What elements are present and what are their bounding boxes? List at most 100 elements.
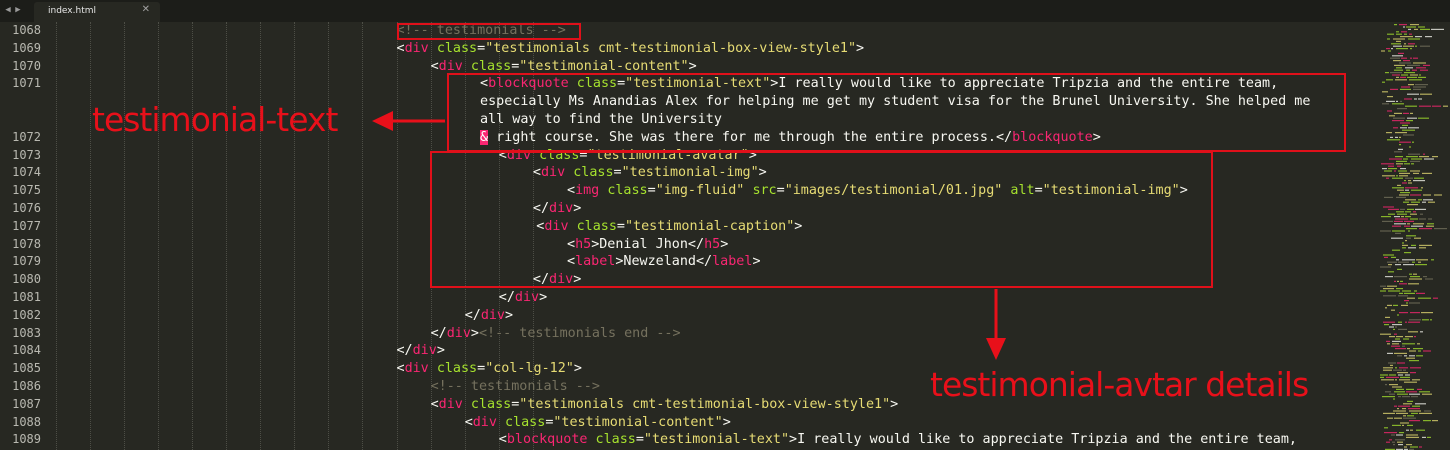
minimap-stroke xyxy=(1409,146,1411,148)
minimap-stroke xyxy=(1392,230,1405,232)
minimap-stroke xyxy=(1404,72,1415,74)
minimap-stroke xyxy=(1412,69,1417,71)
code-token: class xyxy=(436,40,478,56)
minimap-stroke xyxy=(1408,182,1412,184)
minimap-stroke xyxy=(1392,324,1402,326)
minimap-stroke xyxy=(1406,156,1418,158)
minimap-stroke xyxy=(1404,163,1410,165)
code-line: </div> xyxy=(397,342,445,360)
minimap-stroke xyxy=(1420,93,1432,95)
code-token: "testimonials cmt-testimonial-box-view-s… xyxy=(485,40,857,56)
minimap-stroke xyxy=(1399,194,1409,196)
minimap-stroke xyxy=(1420,45,1430,47)
minimap-stroke xyxy=(1418,261,1421,263)
minimap-stroke xyxy=(1409,360,1419,362)
minimap-stroke xyxy=(1386,340,1390,342)
minimap-stroke xyxy=(1434,228,1447,230)
minimap-stroke xyxy=(1405,321,1407,323)
code-token: </ xyxy=(498,290,515,305)
testimonial-text-box xyxy=(447,73,1346,152)
minimap-stroke xyxy=(1395,232,1401,234)
code-token: = xyxy=(477,40,486,56)
minimap-stroke xyxy=(1396,388,1404,390)
minimap-stroke xyxy=(1388,213,1395,215)
tab-index-html[interactable]: index.html ✕ xyxy=(34,2,160,22)
minimap-stroke xyxy=(1387,38,1390,40)
code-token: > xyxy=(688,58,697,74)
minimap-stroke xyxy=(1400,376,1410,378)
minimap-stroke xyxy=(1409,79,1422,81)
minimap-stroke xyxy=(1398,52,1404,54)
close-icon[interactable]: ✕ xyxy=(142,4,150,15)
minimap-stroke xyxy=(1419,412,1432,414)
comment-highlight-box xyxy=(397,23,581,40)
minimap-stroke xyxy=(1391,309,1395,311)
minimap-stroke xyxy=(1381,379,1394,381)
minimap-stroke xyxy=(1392,120,1404,122)
minimap-stroke xyxy=(1411,244,1416,246)
minimap-stroke xyxy=(1389,336,1395,338)
minimap-stroke xyxy=(1413,180,1425,182)
code-token: > xyxy=(436,343,445,359)
minimap-stroke xyxy=(1426,225,1434,227)
code-token: <!-- testimonials --> xyxy=(430,379,600,394)
minimap-stroke xyxy=(1385,72,1389,74)
minimap-stroke xyxy=(1395,348,1406,350)
minimap-stroke xyxy=(1398,444,1403,446)
minimap-stroke xyxy=(1415,45,1417,47)
minimap-stroke xyxy=(1387,417,1393,419)
minimap-stroke xyxy=(1394,64,1405,66)
minimap-stroke xyxy=(1401,304,1408,306)
minimap-stroke xyxy=(1382,81,1385,83)
minimap-stroke xyxy=(1381,163,1394,165)
minimap-stroke xyxy=(1409,278,1422,280)
minimap-stroke xyxy=(1396,175,1398,177)
minimap-stroke xyxy=(1406,26,1416,28)
minimap-stroke xyxy=(1410,170,1420,172)
minimap-stroke xyxy=(1402,182,1407,184)
code-line: <div class="testimonials cmt-testimonial… xyxy=(397,40,865,58)
minimap-stroke xyxy=(1392,424,1401,426)
minimap-stroke xyxy=(1393,304,1398,306)
code-token: class xyxy=(595,432,636,448)
minimap-stroke xyxy=(1405,374,1410,376)
code-token: div xyxy=(404,361,429,377)
minimap-stroke xyxy=(1408,180,1411,182)
minimap-stroke xyxy=(1416,67,1426,69)
minimap-stroke xyxy=(1397,189,1404,191)
minimap-stroke xyxy=(1405,216,1411,218)
code-token: div xyxy=(438,58,463,74)
code-token: div xyxy=(514,290,540,305)
minimap-stroke xyxy=(1386,100,1395,102)
minimap-stroke xyxy=(1402,343,1415,345)
minimap-stroke xyxy=(1382,103,1389,105)
minimap-stroke xyxy=(1387,304,1392,306)
minimap-stroke xyxy=(1387,285,1397,287)
minimap-stroke xyxy=(1389,158,1402,160)
minimap-stroke xyxy=(1407,208,1414,210)
minimap-stroke xyxy=(1399,144,1401,146)
minimap-stroke xyxy=(1394,276,1407,278)
minimap-stroke xyxy=(1386,132,1392,134)
code-line: <!-- testimonials --> xyxy=(431,378,600,396)
code-token: > xyxy=(505,307,514,323)
minimap-stroke xyxy=(1404,180,1406,182)
minimap-stroke xyxy=(1412,379,1420,381)
minimap-stroke xyxy=(1405,105,1417,107)
minimap-stroke xyxy=(1380,285,1386,287)
minimap-stroke xyxy=(1386,441,1390,443)
minimap[interactable] xyxy=(1372,22,1450,450)
minimap-stroke xyxy=(1422,319,1429,321)
nav-right-icon[interactable]: ▶ xyxy=(13,3,23,17)
minimap-stroke xyxy=(1418,98,1422,100)
minimap-stroke xyxy=(1421,312,1433,314)
minimap-stroke xyxy=(1383,254,1394,256)
nav-left-icon[interactable]: ◀ xyxy=(3,3,13,17)
minimap-stroke xyxy=(1396,100,1398,102)
code-token: div xyxy=(438,396,463,412)
minimap-stroke xyxy=(1394,352,1407,354)
minimap-stroke xyxy=(1389,326,1394,328)
minimap-stroke xyxy=(1409,350,1416,352)
minimap-stroke xyxy=(1410,112,1413,114)
